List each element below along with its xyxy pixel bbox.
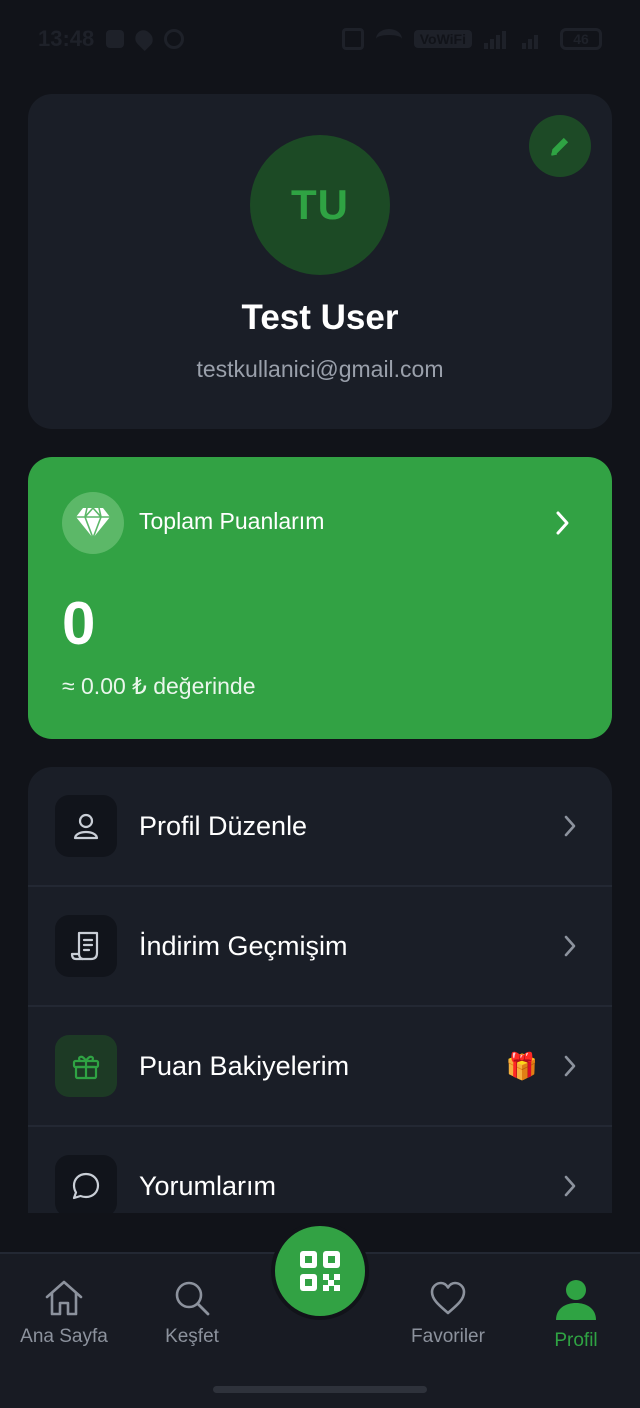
status-left: 13:48 [38, 26, 185, 52]
network-badge: VoWiFi [413, 30, 472, 48]
search-icon [175, 1281, 210, 1316]
status-right: VoWiFi 46 [341, 28, 602, 50]
heart-icon [430, 1281, 466, 1315]
nav-label: Ana Sayfa [20, 1326, 108, 1347]
menu-label: İndirim Geçmişim [139, 930, 348, 961]
notification-icon [106, 30, 125, 48]
diamond-icon [76, 506, 110, 540]
nav-item-profile[interactable]: Profil [512, 1278, 640, 1352]
gift-badge-icon: 🎁 [505, 1050, 538, 1081]
chevron-right-icon [564, 1055, 576, 1077]
qr-code-icon [300, 1251, 340, 1291]
nav-label: Favoriler [411, 1326, 485, 1347]
menu-icon-box [55, 915, 117, 977]
chevron-right-icon [564, 1175, 576, 1197]
wifi-icon [375, 29, 402, 49]
whatsapp-icon [164, 29, 185, 49]
vibrate-icon [341, 28, 364, 50]
menu-label: Puan Bakiyelerim [139, 1050, 350, 1081]
points-value: 0 [62, 590, 96, 657]
chat-icon [72, 1172, 100, 1200]
avatar-initials: TU [291, 181, 349, 228]
settings-menu: Profil Düzenle İndirim Geçmişim Puan Bak… [28, 767, 612, 1213]
location-icon [132, 26, 157, 52]
signal-2-icon [522, 29, 548, 49]
points-worth: ≈ 0.00 ₺ değerinde [62, 673, 256, 699]
menu-icon-box [55, 1035, 117, 1097]
bottom-navigation: Ana Sayfa Keşfet Favoriler Profil [0, 1222, 640, 1408]
gift-icon [72, 1055, 100, 1080]
status-bar: 13:48 VoWiFi 46 [0, 0, 640, 78]
user-icon [73, 813, 99, 840]
total-points-card[interactable]: Toplam Puanlarım 0 ≈ 0.00 ₺ değerinde [28, 457, 612, 739]
profile-icon [556, 1280, 596, 1320]
pencil-icon [551, 137, 569, 156]
profile-screen: 13:48 VoWiFi 46 TU Test User testkullani… [0, 0, 640, 1408]
menu-label: Yorumlarım [139, 1170, 277, 1201]
menu-item-discount-history[interactable]: İndirim Geçmişim [28, 887, 612, 1007]
avatar: TU [250, 135, 390, 275]
diamond-badge [62, 492, 124, 554]
signal-icon [484, 29, 510, 49]
qr-scan-button[interactable] [271, 1222, 369, 1320]
menu-item-my-reviews[interactable]: Yorumlarım [28, 1127, 612, 1213]
nav-item-explore[interactable]: Keşfet [128, 1278, 256, 1348]
receipt-icon [70, 931, 99, 961]
menu-item-edit-profile[interactable]: Profil Düzenle [28, 767, 612, 887]
nav-label: Keşfet [165, 1326, 219, 1347]
chevron-right-icon [564, 815, 576, 837]
menu-item-point-balances[interactable]: Puan Bakiyelerim 🎁 [28, 1007, 612, 1127]
profile-card: TU Test User testkullanici@gmail.com [28, 94, 612, 429]
menu-icon-box [55, 795, 117, 857]
menu-label: Profil Düzenle [139, 810, 308, 841]
home-indicator [213, 1386, 427, 1393]
nav-item-favorites[interactable]: Favoriler [384, 1278, 512, 1348]
chevron-right-icon [564, 935, 576, 957]
nav-label: Profil [554, 1330, 598, 1351]
battery-icon: 46 [560, 28, 602, 50]
menu-icon-box [55, 1155, 117, 1213]
points-title: Toplam Puanlarım [139, 508, 325, 534]
home-icon [45, 1280, 83, 1316]
user-email: testkullanici@gmail.com [196, 356, 444, 382]
user-name: Test User [241, 298, 399, 337]
edit-profile-button[interactable] [529, 115, 591, 177]
nav-item-home[interactable]: Ana Sayfa [0, 1278, 128, 1348]
status-time: 13:48 [38, 26, 95, 51]
chevron-right-icon [556, 511, 569, 535]
